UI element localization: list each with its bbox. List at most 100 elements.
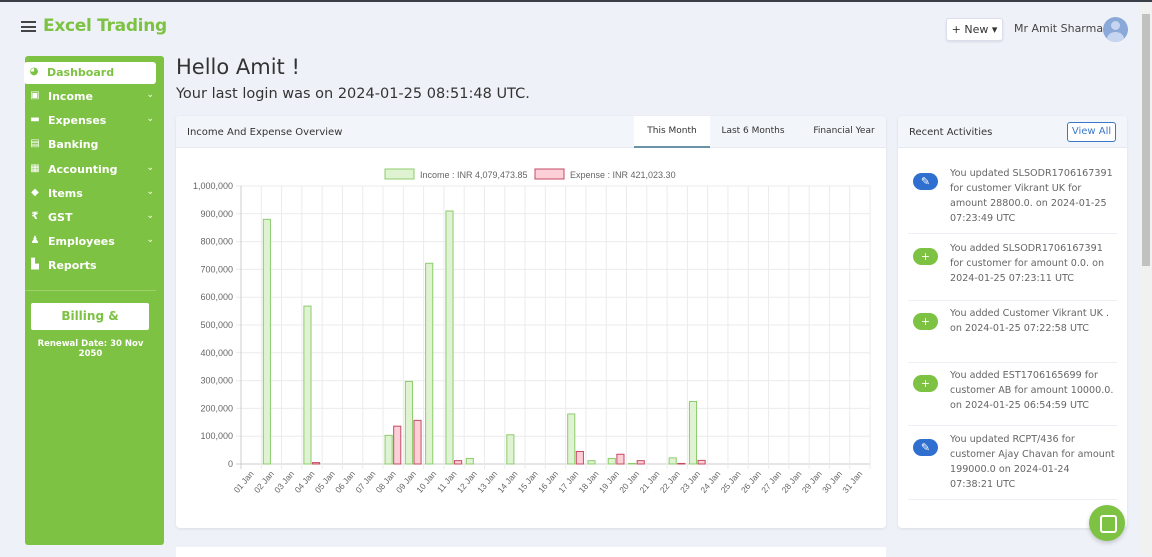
sidebar-item-accounting[interactable]: ▦ Accounting ⌄ [25,159,164,181]
income-bar [384,434,393,465]
expense-bar [413,419,422,465]
sidebar-item-gst[interactable]: ₹ GST ⌄ [25,207,164,229]
expense-bar [677,462,686,465]
x-tick-label: 06 Jan [333,469,357,495]
new-dropdown-button[interactable]: + New ▾ [946,18,1003,41]
tab-last-6-months[interactable]: Last 6 Months [714,116,792,148]
chevron-down-icon: ⌄ [146,235,154,246]
x-tick-label: 14 Jan [495,469,519,495]
recent-header: Recent Activities View All [898,116,1127,148]
menu-toggle-icon[interactable] [21,21,36,32]
sidebar-item-income[interactable]: ▣ Income ⌄ [25,86,164,108]
tab-financial-year[interactable]: Financial Year [804,116,884,148]
x-tick-label: 20 Jan [617,469,641,495]
x-tick-label: 12 Jan [455,469,479,495]
edit-icon: ✎ [913,173,938,190]
edit-icon: ✎ [913,439,938,456]
legend-label-expense: Expense : INR 421,023.30 [570,170,676,180]
sidebar-item-dashboard[interactable]: ◕ Dashboard [24,62,156,84]
y-tick-label: 100,000 [200,431,233,441]
activity-item: + You added SLSODR1706167391 for customer… [908,241,1117,301]
greeting: Hello Amit ! [176,55,300,79]
plus-icon: + [913,248,938,265]
x-tick-label: 10 Jan [414,469,438,495]
income-bar [688,400,698,465]
top-bar: Excel Trading + New ▾ Mr Amit Sharma [0,2,1140,54]
x-tick-label: 09 Jan [394,469,418,495]
income-bar [425,262,434,465]
x-tick-label: 07 Jan [353,469,377,495]
overview-header: Income And Expense Overview This Month L… [176,116,886,148]
tab-this-month[interactable]: This Month [634,116,710,148]
activity-item: + You added EST1706165699 for customer AB… [908,368,1117,426]
x-tick-label: 15 Jan [516,469,540,495]
sidebar-item-label: Accounting [48,162,118,176]
x-tick-label: 29 Jan [800,469,824,495]
sidebar-item-label: Income [48,90,93,103]
view-all-button[interactable]: View All [1067,122,1116,142]
income-bar [404,380,413,465]
income-icon: ▣ [30,90,40,101]
x-tick-label: 22 Jan [658,469,682,495]
plus-icon: + [913,375,938,392]
avatar[interactable] [1103,17,1128,42]
activity-text: You added SLSODR1706167391 for customer … [950,243,1105,284]
overview-card: Income And Expense Overview This Month L… [176,116,886,528]
sidebar-item-banking[interactable]: ▤ Banking [25,134,164,156]
y-tick-label: 900,000 [200,209,233,219]
activity-text: You updated RCPT/436 for customer Ajay C… [950,434,1115,490]
x-tick-label: 23 Jan [678,469,702,495]
y-tick-label: 200,000 [200,403,233,413]
sidebar-item-label: Reports [48,259,97,273]
brand-logo[interactable]: Excel Trading [43,16,167,36]
sidebar-item-label: Items [48,186,83,200]
x-tick-label: 17 Jan [556,469,580,495]
sidebar-item-label: Employees [48,235,115,249]
y-tick-label: 700,000 [200,264,233,274]
chat-icon[interactable] [1089,505,1125,541]
sidebar-item-items[interactable]: ◆ Items ⌄ [25,183,164,205]
x-tick-label: 04 Jan [292,469,316,495]
expense-bar [393,425,402,465]
y-tick-label: 500,000 [200,320,233,330]
sidebar-item-reports[interactable]: ▙ Reports [25,255,164,277]
sidebar-divider [25,290,156,291]
income-bar [607,457,616,465]
sidebar-item-expenses[interactable]: ▬ Expenses ⌄ [25,110,164,132]
income-bar [445,210,454,465]
x-tick-label: 18 Jan [577,469,601,495]
expense-bar [697,459,706,465]
recent-title: Recent Activities [909,127,993,138]
income-bar [262,218,271,465]
income-bar [668,457,677,465]
legend-swatch-income [384,168,415,180]
income-bar [628,462,637,465]
income-bar [587,460,596,465]
expense-bar [636,460,645,465]
sidebar-item-employees[interactable]: ♟ Employees ⌄ [25,231,164,253]
accounting-icon: ▦ [30,162,40,174]
reports-icon: ▙ [31,259,39,271]
y-tick-label: 400,000 [200,348,233,358]
activity-text: You added Customer Vikrant UK . on 2024-… [950,308,1110,334]
billing-upgrade-button[interactable]: Billing & Upgrade [31,303,149,350]
expense-bar [616,453,625,465]
x-tick-label: 30 Jan [820,469,844,495]
user-name[interactable]: Mr Amit Sharma [1014,22,1103,35]
sidebar-item-label: Expenses [48,114,107,128]
sidebar-item-label: Banking [48,138,99,152]
x-tick-label: 02 Jan [252,469,276,495]
scrollbar[interactable] [1140,2,1152,555]
activity-item: ✎ You updated SLSODR1706167391 for custom… [908,166,1117,234]
x-tick-label: 05 Jan [313,469,337,495]
sidebar: Billing & Upgrade Renewal Date: 30 Nov 2… [24,56,164,545]
income-bar [303,305,312,465]
scrollbar-thumb[interactable] [1142,14,1150,266]
expense-bar [575,450,584,465]
x-tick-label: 03 Jan [272,469,296,495]
x-tick-label: 16 Jan [536,469,560,495]
y-tick-label: 0 [228,459,233,469]
gst-icon: ₹ [31,211,39,222]
sidebar-item-label: Dashboard [47,66,115,79]
x-tick-label: 31 Jan [840,469,864,495]
